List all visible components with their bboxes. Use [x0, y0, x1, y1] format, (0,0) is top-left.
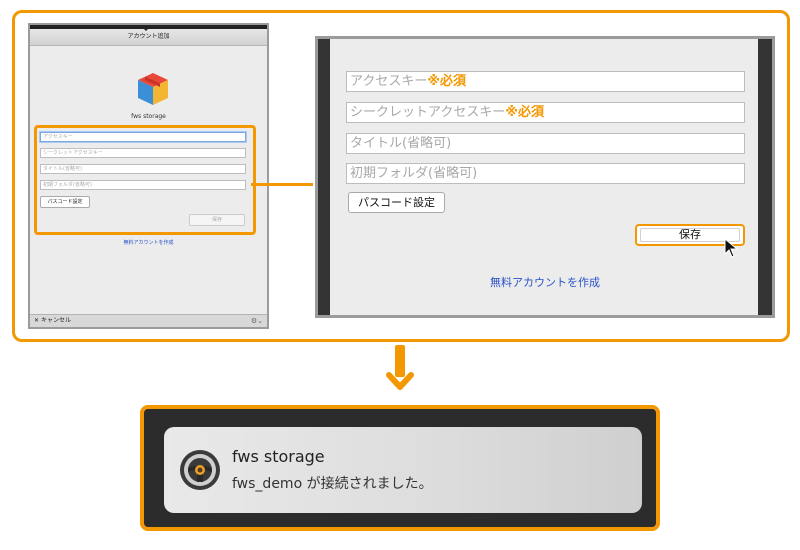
create-account-link[interactable]: 無料アカウントを作成: [30, 239, 267, 246]
zoom-secret-key-input[interactable]: シークレットアクセスキー※必須: [346, 102, 745, 123]
window-notch: [140, 25, 152, 31]
zoom-title-input[interactable]: タイトル(省略可): [346, 133, 745, 154]
app-name: fws storage: [131, 113, 166, 120]
zoomed-form-panel: アクセスキー※必須 シークレットアクセスキー※必須 タイトル(省略可) 初期フォ…: [315, 36, 775, 318]
zoom-initial-folder-input[interactable]: 初期フォルダ(省略可): [346, 163, 745, 184]
zoom-create-account-link[interactable]: 無料アカウントを作成: [318, 274, 772, 290]
notification-title: fws storage: [232, 447, 325, 466]
required-mark: ※必須: [427, 74, 466, 89]
cube-logo-icon: [138, 73, 168, 105]
close-icon: ✕: [34, 317, 40, 324]
title-input[interactable]: タイトル(省略可): [40, 164, 246, 174]
connector-line: [251, 183, 313, 186]
cursor-icon: [724, 238, 739, 258]
steering-wheel-icon: [180, 450, 220, 490]
account-dialog-overview: アカウント追加 fws storage アクセスキー シークレットアクセスキー …: [28, 23, 269, 329]
zoom-passcode-button[interactable]: パスコード設定: [348, 192, 445, 213]
notification-body: fws_demo が接続されました。: [232, 476, 433, 492]
notification-highlight-frame: fws storage fws_demo が接続されました。: [140, 405, 660, 531]
dialog-bottom-bar: ✕ キャンセル ⚙⌄: [30, 314, 267, 327]
field-placeholder: シークレットアクセスキー: [350, 105, 506, 120]
form-highlight: アクセスキー シークレットアクセスキー タイトル(省略可) 初期フォルダ(省略可…: [34, 125, 256, 235]
secret-key-input[interactable]: シークレットアクセスキー: [40, 148, 246, 158]
cancel-label: キャンセル: [40, 317, 71, 324]
gear-icon[interactable]: ⚙⌄: [251, 315, 263, 327]
access-key-input[interactable]: アクセスキー: [40, 132, 246, 142]
field-placeholder: 初期フォルダ(省略可): [350, 166, 478, 181]
passcode-button[interactable]: パスコード設定: [40, 196, 90, 208]
save-button[interactable]: 保存: [189, 214, 245, 226]
notification-banner[interactable]: fws storage fws_demo が接続されました。: [164, 427, 642, 513]
field-placeholder: アクセスキー: [350, 74, 428, 89]
top-highlight-frame: アカウント追加 fws storage アクセスキー シークレットアクセスキー …: [12, 10, 790, 342]
initial-folder-input[interactable]: 初期フォルダ(省略可): [40, 180, 246, 190]
dialog-title: アカウント追加: [30, 29, 267, 46]
required-mark: ※必須: [505, 105, 544, 120]
field-placeholder: タイトル(省略可): [350, 136, 452, 151]
cancel-button[interactable]: ✕ キャンセル: [34, 315, 71, 327]
zoom-access-key-input[interactable]: アクセスキー※必須: [346, 71, 745, 92]
arrow-down-icon: [386, 372, 414, 390]
